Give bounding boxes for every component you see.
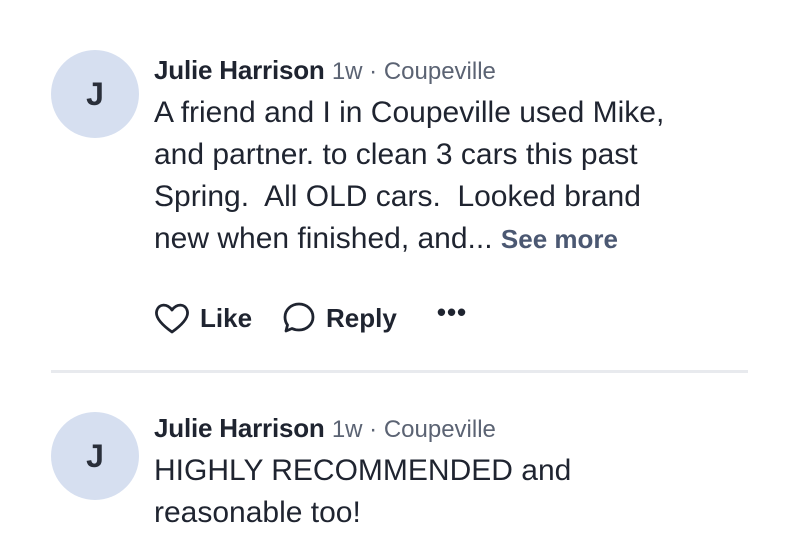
time-location: 1w · Coupeville xyxy=(331,58,496,85)
comment-meta: Julie Harrison 1w · Coupeville xyxy=(154,408,759,450)
more-options-icon: ••• xyxy=(436,296,468,327)
comment-content: Julie Harrison 1w · Coupeville HIGHLY RE… xyxy=(154,408,759,534)
comment-content: Julie Harrison 1w · Coupeville A friend … xyxy=(154,50,759,260)
avatar[interactable]: J xyxy=(51,50,139,138)
see-more-link[interactable]: See more xyxy=(501,224,618,254)
comment-text: HIGHLY RECOMMENDED and reasonable too! xyxy=(154,454,572,529)
author-name[interactable]: Julie Harrison xyxy=(154,55,325,85)
like-label: Like xyxy=(200,302,253,333)
avatar-initial: J xyxy=(86,75,104,112)
divider xyxy=(51,370,748,373)
like-button[interactable]: Like xyxy=(154,302,252,334)
comment-text: A friend and I in Coupeville used Mike, … xyxy=(154,92,774,260)
comment-meta: Julie Harrison 1w · Coupeville xyxy=(154,50,759,92)
avatar[interactable]: J xyxy=(51,412,139,500)
reply-button[interactable]: Reply xyxy=(282,301,397,335)
more-options-button[interactable]: ••• xyxy=(437,297,467,328)
reply-label: Reply xyxy=(326,302,397,333)
comment-actions: Like Reply ••• xyxy=(154,297,467,338)
speech-bubble-icon xyxy=(283,302,315,333)
avatar-initial: J xyxy=(86,437,104,474)
author-name[interactable]: Julie Harrison xyxy=(154,413,325,443)
heart-icon xyxy=(155,303,189,334)
time-location: 1w · Coupeville xyxy=(331,416,496,443)
